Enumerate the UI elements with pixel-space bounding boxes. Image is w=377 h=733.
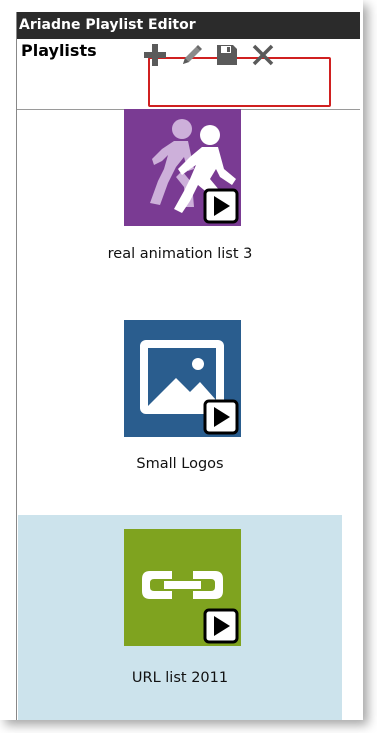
add-playlist-button[interactable] (141, 41, 169, 69)
close-icon (252, 44, 274, 66)
playlist-thumbnail (124, 529, 241, 646)
playlist-label: Small Logos (136, 456, 224, 472)
save-icon (217, 45, 237, 65)
play-icon (203, 188, 239, 224)
playlist-item-selected[interactable]: URL list 2011 (18, 515, 342, 720)
pencil-icon (183, 45, 202, 64)
play-icon (203, 399, 239, 435)
playlist-label: URL list 2011 (131, 670, 229, 686)
save-playlist-button[interactable] (213, 41, 241, 69)
playlist-thumbnail (124, 109, 241, 226)
window-title: Ariadne Playlist Editor (17, 12, 360, 39)
play-icon (203, 608, 239, 644)
delete-playlist-button[interactable] (249, 41, 277, 69)
playlist-item[interactable]: real animation list 3 (18, 99, 342, 307)
edit-playlist-button[interactable] (177, 41, 205, 69)
playlist-editor-window: Ariadne Playlist Editor Playlists real a… (16, 12, 360, 720)
playlists-label: Playlists (21, 41, 97, 60)
playlist-item[interactable]: Small Logos (18, 309, 342, 517)
playlist-label: real animation list 3 (107, 246, 253, 262)
plus-icon (144, 44, 166, 66)
playlist-thumbnail (124, 320, 241, 437)
